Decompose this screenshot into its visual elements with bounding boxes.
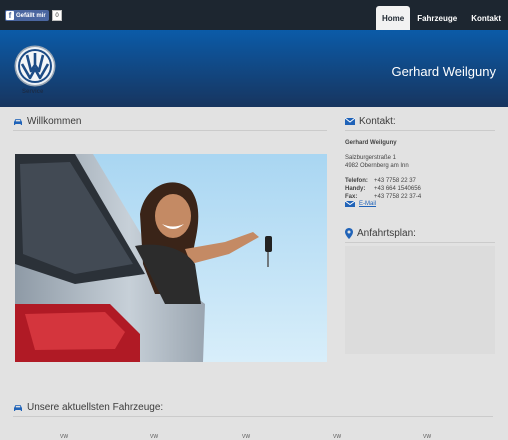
directions-map[interactable] bbox=[345, 246, 495, 354]
contact-mobile-row: Handy: +43 664 1540656 bbox=[345, 186, 421, 192]
email-icon bbox=[345, 201, 355, 207]
map-pin-icon bbox=[345, 228, 353, 239]
vehicle-item-label[interactable]: VW bbox=[423, 434, 431, 440]
contact-title: Kontakt: bbox=[359, 116, 396, 127]
nav-home[interactable]: Home bbox=[375, 6, 411, 30]
email-label: E-Mail bbox=[359, 201, 377, 207]
vw-logo[interactable] bbox=[14, 45, 56, 87]
nav-fahrzeuge[interactable]: Fahrzeuge bbox=[410, 6, 464, 30]
contact-name: Gerhard Weilguny bbox=[345, 140, 397, 146]
car-icon bbox=[13, 404, 23, 412]
site-title: Gerhard Weilguny bbox=[391, 64, 496, 79]
contact-street: Salzburgerstraße 1 bbox=[345, 155, 397, 161]
vehicle-item-label[interactable]: VW bbox=[333, 434, 341, 440]
logo-caption: Service bbox=[22, 89, 44, 95]
phone-label: Telefon: bbox=[345, 178, 368, 184]
directions-heading: Anfahrtsplan: bbox=[345, 228, 416, 239]
email-link[interactable]: E-Mail bbox=[345, 201, 376, 207]
facebook-like-button[interactable]: f Gefällt mir bbox=[5, 10, 49, 21]
fax-label: Fax: bbox=[345, 194, 358, 200]
directions-divider bbox=[345, 242, 495, 243]
car-icon bbox=[13, 118, 23, 126]
vehicle-item-label[interactable]: VW bbox=[242, 434, 250, 440]
contact-city: 4982 Obernberg am Inn bbox=[345, 163, 409, 169]
facebook-like-count: 0 bbox=[52, 10, 62, 21]
contact-phone-row: Telefon: +43 7758 22 37 bbox=[345, 178, 416, 184]
vehicle-item-label[interactable]: VW bbox=[150, 434, 158, 440]
contact-heading: Kontakt: bbox=[345, 116, 396, 127]
main-nav: Home Fahrzeuge Kontakt bbox=[375, 6, 508, 30]
mobile-label: Handy: bbox=[345, 186, 366, 192]
directions-title: Anfahrtsplan: bbox=[357, 228, 416, 239]
contact-divider bbox=[345, 130, 495, 131]
welcome-heading: Willkommen bbox=[13, 116, 81, 127]
fax-value: +43 7758 22 37-4 bbox=[374, 194, 422, 200]
welcome-divider bbox=[13, 130, 327, 131]
vehicles-divider bbox=[13, 416, 493, 417]
facebook-icon: f bbox=[6, 11, 14, 20]
welcome-photo bbox=[15, 154, 327, 362]
vehicles-heading: Unsere aktuellsten Fahrzeuge: bbox=[13, 402, 163, 413]
vehicle-item-label[interactable]: VW bbox=[60, 434, 68, 440]
envelope-icon bbox=[345, 118, 355, 125]
mobile-value[interactable]: +43 664 1540656 bbox=[374, 186, 421, 192]
facebook-like-label: Gefällt mir bbox=[16, 12, 46, 19]
vehicles-title: Unsere aktuellsten Fahrzeuge: bbox=[27, 402, 164, 413]
contact-fax-row: Fax: +43 7758 22 37-4 bbox=[345, 194, 421, 200]
welcome-title: Willkommen bbox=[27, 116, 82, 127]
nav-kontakt[interactable]: Kontakt bbox=[464, 6, 508, 30]
phone-value[interactable]: +43 7758 22 37 bbox=[374, 178, 416, 184]
